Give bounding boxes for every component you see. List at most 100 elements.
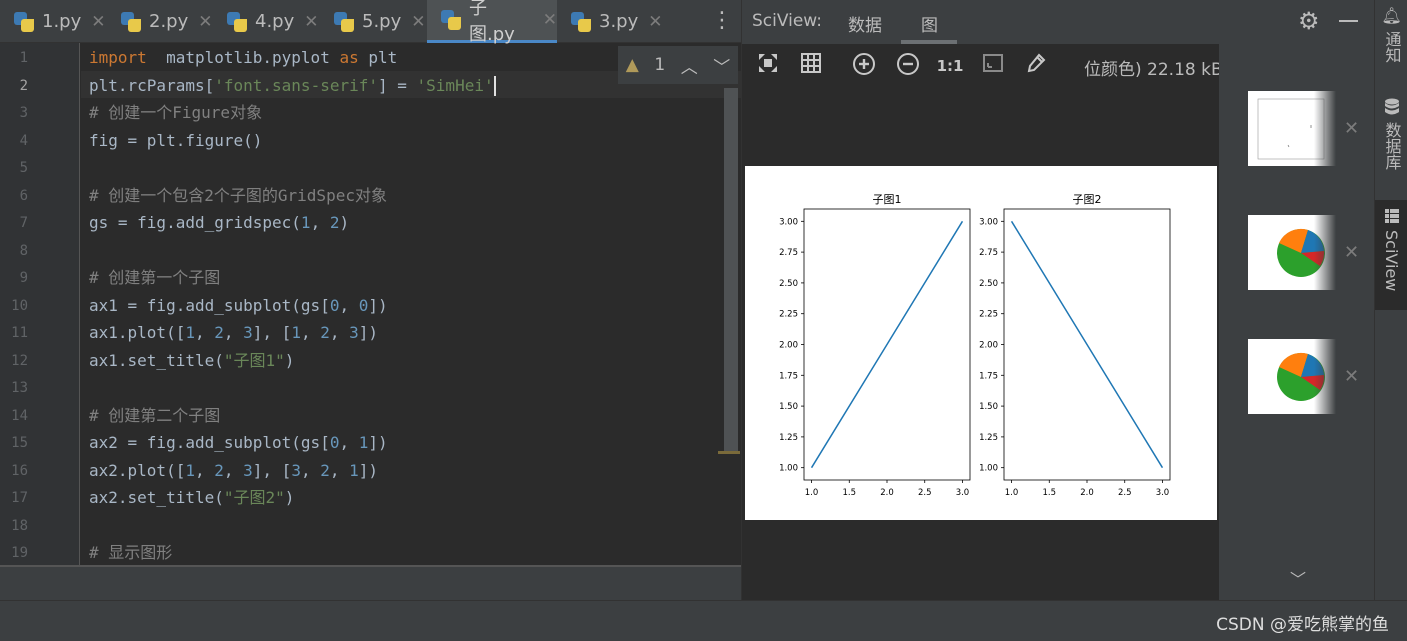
editor-tab-4[interactable]: 5.py ✕	[320, 0, 427, 43]
watermark-text: CSDN @爱吃熊掌的鱼	[1216, 615, 1389, 635]
python-file-icon	[12, 10, 36, 34]
tool-tab-database[interactable]: 数据库	[1375, 98, 1407, 170]
chart-title: 子图1	[873, 193, 902, 206]
image-info: 位颜色) 22.18 kB	[1084, 60, 1223, 80]
editor-tab-label: 5.py	[362, 11, 402, 32]
editor-tab-6[interactable]: 3.py ✕	[557, 0, 667, 43]
y-tick-label: 3.00	[779, 217, 798, 227]
warning-icon[interactable]: ▲	[626, 55, 639, 75]
code-line[interactable]: plt.rcParams['font.sans-serif'] = 'SimHe…	[89, 72, 496, 99]
thumbnail-plot-3[interactable]	[1248, 339, 1336, 414]
fit-to-window-icon[interactable]	[754, 52, 782, 80]
code-token: # 创建第一个子图	[89, 268, 221, 287]
code-line[interactable]: import matplotlib.pyplot as plt	[89, 44, 397, 71]
y-tick-label: 2.75	[779, 248, 798, 258]
zoom-out-icon[interactable]	[894, 52, 922, 80]
line-number: 17	[11, 490, 28, 506]
code-token: ax2.plot([	[89, 460, 186, 480]
close-thumbnail-3-icon[interactable]: ✕	[1344, 366, 1359, 387]
close-tab-icon[interactable]: ✕	[304, 12, 318, 32]
code-line[interactable]: ax1.set_title("子图1")	[89, 347, 294, 374]
more-tabs-icon[interactable]: ⋮	[711, 6, 733, 36]
code-line[interactable]: # 显示图形	[89, 539, 172, 565]
plot-thumbnails: ✕ ✕ ✕ ﹀	[1219, 44, 1375, 600]
code-token: gs = fig.add_gridspec(	[89, 213, 301, 232]
series-line	[810, 220, 964, 469]
grid-icon[interactable]	[797, 52, 825, 80]
code-token: # 创建一个Figure对象	[89, 103, 263, 122]
scrollbar-warning-mark	[718, 451, 740, 454]
actual-size-button[interactable]: 1:1	[936, 52, 964, 80]
code-token: ax1.set_title(	[89, 350, 224, 370]
close-tab-icon[interactable]: ✕	[411, 12, 425, 32]
code-area[interactable]: import matplotlib.pyplot as plt plt.rcPar…	[81, 43, 741, 565]
close-tab-icon[interactable]: ✕	[198, 12, 212, 32]
tool-tab-notifications[interactable]: 🔔︎ 通知	[1375, 6, 1407, 63]
color-picker-icon[interactable]	[1022, 52, 1050, 80]
code-line[interactable]: ax1 = fig.add_subplot(gs[0, 0])	[89, 292, 388, 319]
close-tab-icon[interactable]: ✕	[91, 12, 105, 32]
code-line[interactable]: # 创建第二个子图	[89, 402, 220, 429]
fit-zoom-icon[interactable]	[979, 52, 1007, 80]
line-number: 14	[11, 407, 28, 424]
code-line[interactable]: # 创建第一个子图	[89, 264, 220, 291]
line-number: 16	[11, 462, 28, 479]
code-token: 2	[214, 460, 224, 480]
y-tick-label: 1.75	[979, 371, 998, 381]
editor-tab-3[interactable]: 4.py ✕	[213, 0, 320, 43]
code-token: ax2.set_title(	[89, 488, 224, 507]
warning-count: 1	[654, 55, 666, 75]
editor-tab-1[interactable]: 1.py ✕	[0, 0, 107, 43]
code-editor[interactable]: 1.py ✕ 2.py ✕ 4.py ✕ 5.py ✕ 子图.py ✕ 3.py ✕ ⋮ 123456…	[0, 0, 741, 600]
close-tab-icon[interactable]: ✕	[543, 10, 557, 30]
previous-highlight-icon[interactable]: ︿	[681, 53, 698, 78]
code-line[interactable]: ax2.set_title("子图2")	[89, 484, 294, 511]
code-line[interactable]: # 创建一个Figure对象	[89, 99, 262, 126]
code-line[interactable]: # 创建一个包含2个子图的GridSpec对象	[89, 182, 387, 209]
editor-scrollbar[interactable]	[724, 88, 738, 452]
zoom-in-icon[interactable]	[850, 52, 878, 80]
code-line[interactable]: gs = fig.add_gridspec(1, 2)	[89, 209, 349, 236]
line-number: 8	[19, 242, 28, 259]
inspection-widget[interactable]: ▲ 1 ︿ ﹀	[618, 46, 738, 84]
y-tick-label: 1.25	[779, 433, 798, 443]
code-line[interactable]: ax1.plot([1, 2, 3], [1, 2, 3])	[89, 319, 378, 346]
close-tab-icon[interactable]: ✕	[648, 12, 662, 32]
code-token: )	[284, 488, 295, 507]
y-tick-label: 1.00	[779, 464, 798, 474]
editor-tab-2[interactable]: 2.py ✕	[107, 0, 213, 43]
code-token: )	[284, 350, 295, 370]
python-file-icon	[225, 10, 249, 34]
code-token: plt	[358, 48, 398, 67]
sciview-icon	[1384, 209, 1399, 223]
code-token: 2	[320, 323, 330, 342]
python-file-icon	[332, 10, 356, 34]
x-tick-label: 2.5	[1118, 488, 1132, 498]
minimize-icon[interactable]	[1339, 20, 1358, 22]
y-tick-label: 2.75	[979, 248, 998, 258]
x-tick-label: 3.0	[956, 488, 970, 498]
tab-plots[interactable]: 图	[921, 11, 938, 36]
thumbnail-plot-2[interactable]	[1248, 215, 1336, 290]
code-line[interactable]: ax2 = fig.add_subplot(gs[0, 1])	[89, 429, 388, 456]
code-line[interactable]: fig = plt.figure()	[89, 127, 262, 154]
code-token: "子图2"	[223, 488, 285, 507]
tool-tab-sciview-label: SciView	[1382, 230, 1401, 292]
code-line[interactable]: ax2.plot([1, 2, 3], [3, 2, 1])	[89, 457, 378, 484]
chevron-down-icon[interactable]: ﹀	[1290, 566, 1306, 590]
tool-tab-sciview[interactable]: SciView	[1375, 200, 1407, 310]
close-thumbnail-2-icon[interactable]: ✕	[1344, 242, 1359, 263]
close-thumbnail-1-icon[interactable]: ✕	[1344, 118, 1359, 139]
tab-data[interactable]: 数据	[848, 11, 882, 36]
y-tick-label: 2.25	[979, 310, 998, 320]
code-token: plt.rcParams[	[89, 75, 215, 95]
thumbnail-plot-1[interactable]	[1248, 91, 1336, 166]
editor-tab-5[interactable]: 子图.py ✕	[427, 0, 557, 45]
line-number: 4	[19, 132, 28, 149]
next-highlight-icon[interactable]: ﹀	[713, 53, 730, 78]
plot-svg: 子图1 1.0 1.5 2.0 2.5 3.0 1.00 1.25 1.50 1.75 2.00 2.…	[779, 193, 1171, 498]
gear-icon[interactable]: ⚙	[1298, 7, 1320, 35]
y-tick-label: 1.75	[779, 371, 798, 381]
line-number: 15	[11, 435, 28, 451]
code-token: ,	[310, 213, 330, 232]
